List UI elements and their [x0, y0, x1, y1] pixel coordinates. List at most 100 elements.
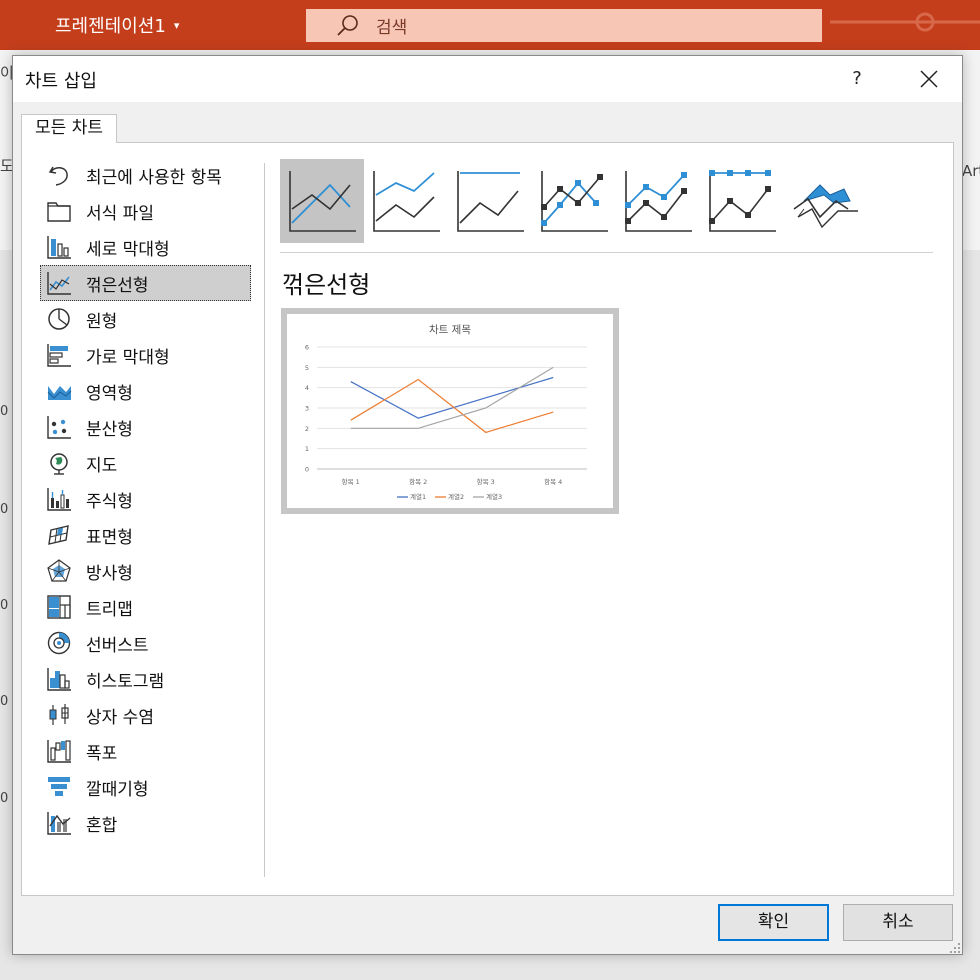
chart-type-label: 최근에 사용한 항목	[86, 167, 222, 188]
chart-type-surface[interactable]: 표면형	[40, 517, 251, 553]
area-chart-icon	[47, 386, 72, 400]
search-box[interactable]: 검색	[306, 9, 822, 42]
map-chart-icon	[50, 453, 68, 475]
100-stacked-line-subtype-icon	[457, 171, 524, 232]
box-whisker-chart-icon	[49, 704, 69, 725]
subtype-stacked-line[interactable]	[364, 159, 448, 243]
chart-type-scatter[interactable]: 분산형	[40, 409, 251, 445]
y-tick-label: 6	[305, 344, 309, 352]
chart-preview-svg: 차트 제목 0 1 2 3 4 5 6 항목 1 항목 2 항목 3 항목 4 계열1 계열2 계열3	[305, 324, 587, 501]
axis-fragment: 0	[0, 694, 9, 709]
y-tick-label: 2	[305, 425, 309, 433]
chart-type-map[interactable]: 지도	[40, 445, 251, 481]
chart-type-sunburst[interactable]: 선버스트	[40, 625, 251, 661]
y-tick-label: 5	[305, 364, 309, 372]
ok-button[interactable]: 확인	[718, 904, 829, 941]
vertical-divider	[264, 163, 265, 877]
stock-chart-icon	[47, 488, 71, 511]
folder-icon	[47, 202, 71, 222]
chart-type-recent[interactable]: 최근에 사용한 항목	[40, 157, 251, 193]
y-tick-label: 3	[305, 405, 309, 413]
histogram-chart-icon	[47, 668, 71, 691]
treemap-chart-icon	[47, 595, 71, 619]
app-titlebar: 프레젠테이션1 ▾ 검색	[0, 0, 980, 50]
y-tick-label: 4	[305, 384, 309, 392]
chart-type-label: 표면형	[86, 527, 133, 548]
chart-type-funnel[interactable]: 깔때기형	[40, 769, 251, 805]
tab-all-charts[interactable]: 모든 차트	[21, 114, 117, 143]
axis-fragment: 0	[0, 502, 9, 517]
tab-panel: 최근에 사용한 항목 서식 파일 세로 막대형 꺾은선형 원형 가로 막대형 영…	[21, 142, 954, 896]
chart-type-pie[interactable]: 원형	[40, 301, 251, 337]
search-placeholder: 검색	[376, 18, 408, 38]
chart-type-label: 서식 파일	[86, 203, 154, 224]
search-icon	[337, 15, 358, 36]
close-button[interactable]	[909, 63, 949, 95]
subtype-stacked-line-markers[interactable]	[616, 159, 700, 243]
chart-type-label: 분산형	[86, 419, 133, 440]
chart-type-label: 방사형	[86, 563, 133, 584]
stacked-line-subtype-icon	[373, 171, 440, 232]
chart-type-label: 영역형	[86, 383, 133, 404]
chart-type-waterfall[interactable]: 폭포	[40, 733, 251, 769]
series-line	[350, 376, 554, 419]
ribbon-fragment-art: Art	[962, 162, 980, 180]
100-stacked-line-markers-subtype-icon	[709, 170, 776, 232]
subtype-100-stacked-line[interactable]	[448, 159, 532, 243]
chart-type-label: 히스토그램	[86, 671, 165, 692]
pie-chart-icon	[48, 308, 70, 330]
scatter-chart-icon	[47, 416, 71, 439]
dialog-titlebar: 차트 삽입 ?	[13, 56, 962, 102]
chart-type-label: 지도	[86, 455, 118, 476]
subtype-line[interactable]	[280, 159, 364, 243]
y-tick-label: 1	[305, 445, 309, 453]
chart-type-histogram[interactable]: 히스토그램	[40, 661, 251, 697]
chart-type-label: 트리맵	[86, 599, 133, 620]
chart-type-column[interactable]: 세로 막대형	[40, 229, 251, 265]
x-tick-label: 항목 3	[477, 477, 495, 486]
horizontal-divider	[280, 252, 933, 253]
chart-type-combo[interactable]: 혼합	[40, 805, 251, 841]
legend-label: 계열3	[486, 492, 502, 501]
axis-fragment: 0	[0, 404, 9, 419]
help-button[interactable]: ?	[839, 65, 875, 93]
combo-chart-icon	[47, 812, 71, 835]
x-tick-label: 항목 2	[409, 477, 427, 486]
column-chart-icon	[47, 236, 71, 259]
chart-subtype-gallery	[280, 159, 880, 245]
funnel-chart-icon	[48, 777, 70, 796]
chart-type-label: 깔때기형	[86, 779, 149, 800]
line-with-markers-subtype-icon	[541, 171, 608, 232]
axis-fragment: 0	[0, 598, 9, 613]
chart-type-bar[interactable]: 가로 막대형	[40, 337, 251, 373]
y-tick-label: 0	[305, 466, 309, 474]
subtype-line-markers[interactable]	[532, 159, 616, 243]
legend-label: 계열1	[410, 492, 426, 501]
resize-grip-icon[interactable]	[949, 942, 961, 954]
document-title[interactable]: 프레젠테이션1 ▾	[55, 12, 179, 38]
bar-chart-icon	[47, 344, 71, 367]
chart-type-box-whisker[interactable]: 상자 수염	[40, 697, 251, 733]
chart-type-treemap[interactable]: 트리맵	[40, 589, 251, 625]
subtype-100-stacked-line-markers[interactable]	[700, 159, 784, 243]
recent-icon	[48, 166, 68, 186]
chart-type-templates[interactable]: 서식 파일	[40, 193, 251, 229]
document-title-text: 프레젠테이션1	[55, 16, 166, 37]
chart-type-label: 선버스트	[86, 635, 149, 656]
chart-type-line[interactable]: 꺾은선형	[40, 265, 251, 301]
chart-type-area[interactable]: 영역형	[40, 373, 251, 409]
chart-type-label: 혼합	[86, 815, 118, 836]
x-tick-label: 항목 4	[544, 477, 562, 486]
axis-fragment: 0	[0, 791, 9, 806]
subtype-3d-line[interactable]	[784, 159, 868, 243]
surface-chart-icon	[48, 525, 69, 545]
cancel-button[interactable]: 취소	[843, 904, 953, 941]
chart-type-stock[interactable]: 주식형	[40, 481, 251, 517]
chart-type-radar[interactable]: 방사형	[40, 553, 251, 589]
chart-type-label: 폭포	[86, 743, 118, 764]
chart-preview: 차트 제목 0 1 2 3 4 5 6 항목 1 항목 2 항목 3 항목 4 계열1 계열2 계열3	[281, 308, 619, 514]
titlebar-decoration	[830, 12, 980, 32]
chevron-down-icon: ▾	[173, 18, 180, 32]
chart-type-label: 주식형	[86, 491, 133, 512]
radar-chart-icon	[47, 559, 71, 582]
